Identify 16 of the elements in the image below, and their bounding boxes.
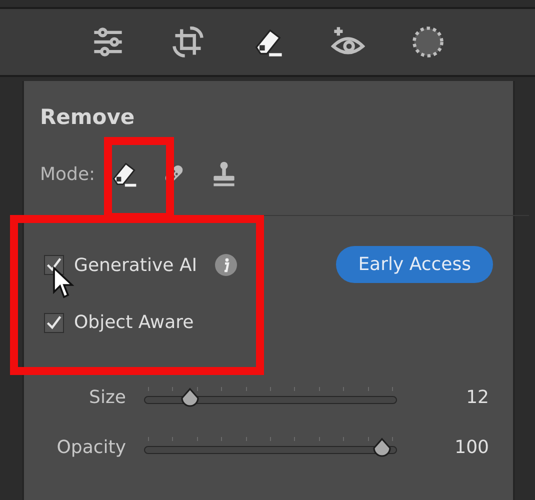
early-access-badge[interactable]: Early Access — [336, 246, 493, 283]
slider-value: 100 — [454, 436, 489, 458]
checkbox-label: Generative AI — [74, 254, 198, 276]
slider-label: Opacity — [56, 436, 126, 458]
slider-thumb[interactable] — [179, 387, 202, 409]
section-title: Remove — [40, 104, 136, 129]
slider-value: 12 — [465, 386, 489, 408]
crop-icon[interactable] — [170, 25, 204, 59]
dotted-circle-icon[interactable] — [410, 25, 444, 59]
pointer-cursor-icon — [52, 266, 76, 300]
info-icon[interactable] — [215, 254, 238, 276]
mode-label: Mode: — [40, 164, 96, 184]
slider-label: Size — [88, 386, 126, 408]
slider-thumb[interactable] — [371, 437, 393, 459]
checkbox-label: Object Aware — [74, 312, 194, 333]
checkbox[interactable] — [44, 312, 64, 332]
